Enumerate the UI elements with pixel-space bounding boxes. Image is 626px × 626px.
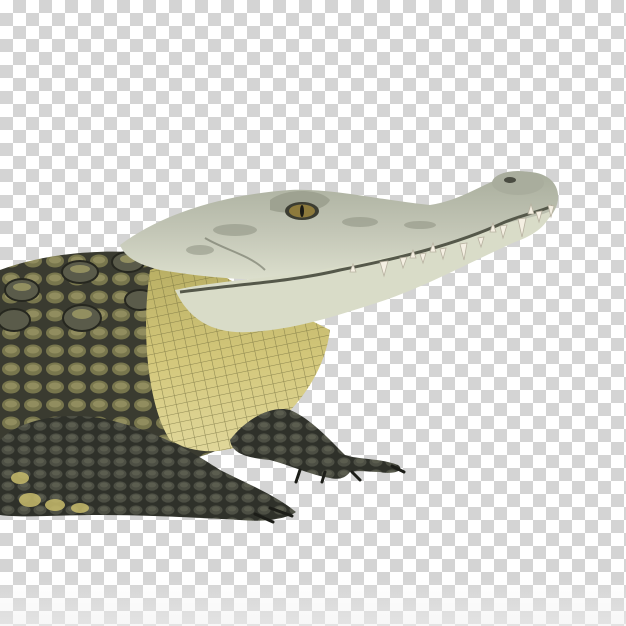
nostril [492,171,544,195]
floor-shadow [0,578,626,626]
transparent-background [0,0,626,626]
eye [285,202,319,220]
crocodile-illustration [0,171,559,524]
crocodile-front-leg-right [230,409,406,484]
